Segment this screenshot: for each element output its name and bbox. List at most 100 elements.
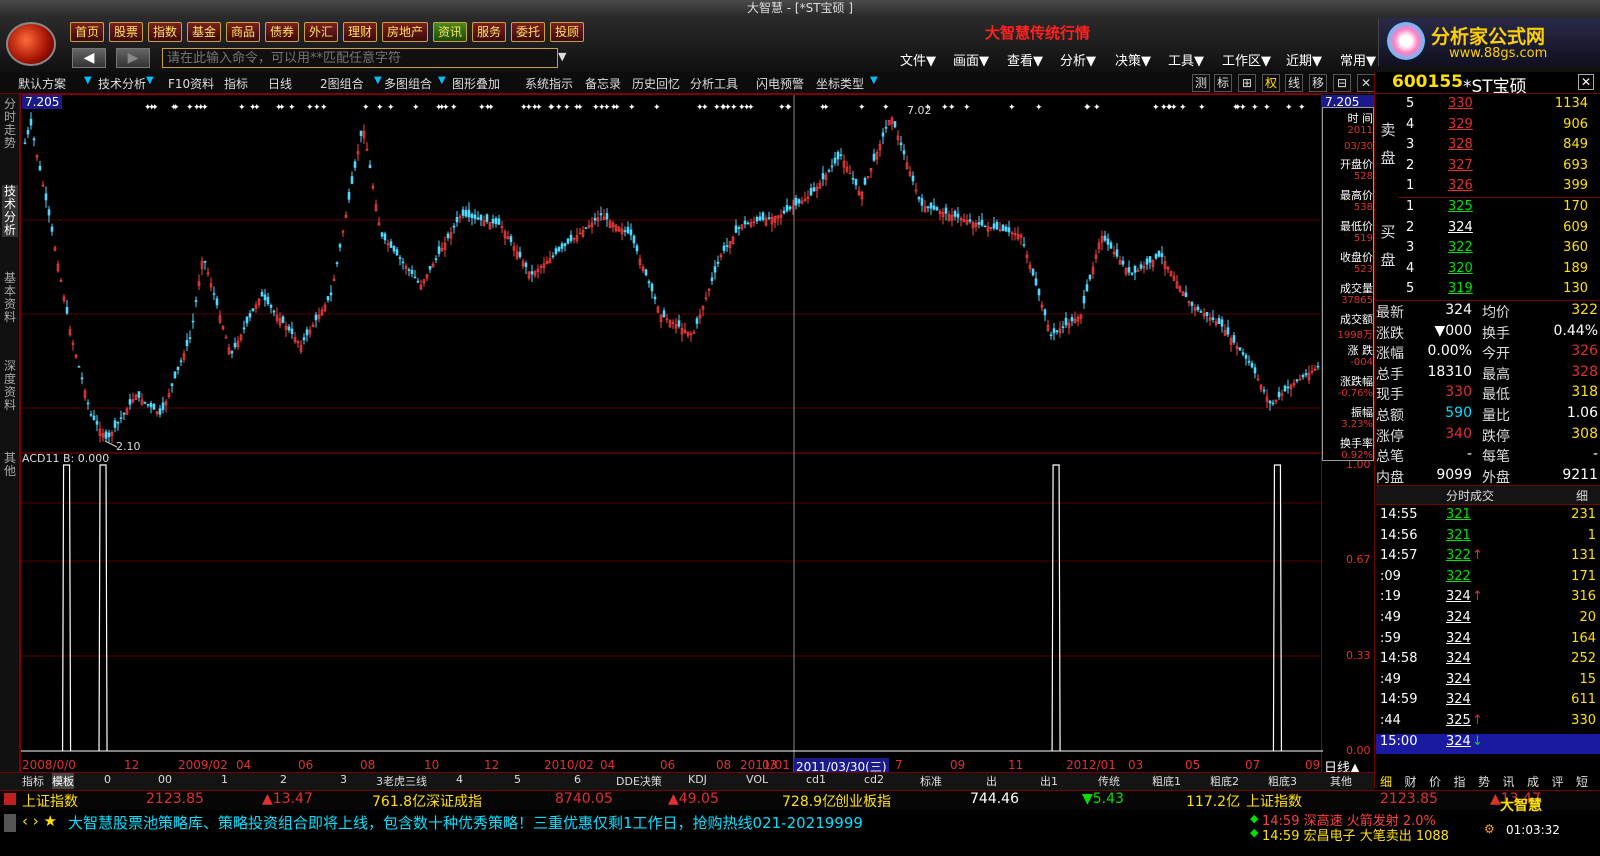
tick-price[interactable]: 324 (1446, 631, 1471, 646)
tick-price[interactable]: 324 (1446, 672, 1471, 687)
toolbar-item-7[interactable]: 图形叠加 (452, 75, 500, 92)
toolbar-right-5[interactable]: 移 (1309, 74, 1327, 92)
tick-price[interactable]: 324 (1446, 734, 1471, 749)
tick-price[interactable]: 324 (1446, 692, 1471, 707)
sell-price[interactable]: 329 (1448, 117, 1473, 132)
indicator-tab-4[interactable]: 1 (221, 773, 228, 786)
menu-3[interactable]: 分析▼ (1060, 50, 1096, 69)
sell-price[interactable]: 327 (1448, 158, 1473, 173)
right-tab-5[interactable]: 讯 (1503, 773, 1515, 790)
nav-3[interactable]: 基金 (187, 22, 221, 42)
indicator-tab-23[interactable]: 其他 (1330, 773, 1352, 789)
menu-4[interactable]: 决策▼ (1115, 50, 1151, 69)
indicator-tab-2[interactable]: 0 (104, 773, 111, 786)
toolbar-dropdown-icon[interactable]: ▼ (146, 75, 154, 86)
nav-8[interactable]: 房地产 (382, 22, 428, 42)
news-scroll-text[interactable]: 大智慧股票池策略库、策略投资组合即将上线，包含数十种优秀策略！三重优惠仅剩1工作… (68, 812, 863, 833)
close-icon[interactable]: ✕ (1578, 74, 1594, 90)
command-input[interactable] (162, 48, 558, 68)
toolbar-item-9[interactable]: 备忘录 (585, 75, 621, 92)
indicator-tab-0[interactable]: 指标 (22, 773, 44, 789)
toolbar-item-12[interactable]: 闪电预警 (756, 75, 804, 92)
indicator-tab-22[interactable]: 粗底3 (1268, 773, 1297, 789)
indicator-tab-15[interactable]: cd2 (864, 773, 884, 786)
indicator-tab-13[interactable]: VOL (746, 773, 768, 786)
nav-1[interactable]: 股票 (109, 22, 143, 42)
right-tab-4[interactable]: 势 (1478, 773, 1490, 790)
indicator-tab-11[interactable]: DDE决策 (616, 773, 662, 789)
nav-10[interactable]: 服务 (472, 22, 506, 42)
buy-price[interactable]: 319 (1448, 281, 1473, 296)
indicator-tab-6[interactable]: 3 (340, 773, 347, 786)
menu-0[interactable]: 文件▼ (900, 50, 936, 69)
toolbar-right-0[interactable]: 测 (1192, 74, 1210, 92)
tick-price[interactable]: 324 (1446, 610, 1471, 625)
back-arrow-icon[interactable]: ◀ (72, 48, 106, 68)
menu-2[interactable]: 查看▼ (1007, 50, 1043, 69)
news-nav-icon[interactable]: ‹ › ★ (22, 812, 57, 830)
tick-price[interactable]: 324 (1446, 651, 1471, 666)
menu-6[interactable]: 工作区▼ (1222, 50, 1271, 69)
toolbar-item-5[interactable]: 2图组合 (320, 75, 364, 92)
nav-7[interactable]: 理财 (343, 22, 377, 42)
toolbar-item-10[interactable]: 历史回忆 (632, 75, 680, 92)
chart-area[interactable]: ✦ ✦ ✦ ✦ ✦ ✦ ✦ ✦ ✦ ✦ ✦ ✦ ✦ ✦ ✦ ✦ ✦ ✦ ✦ ✦ ✦ ✦ ✦ ✦ ✦ ✦ ✦ ✦ ✦ ✦ ✦ ✦ ✦ ✦ ✦ ✦ ✦ ✦ ✦ ✦… (20, 94, 1323, 777)
tick-price[interactable]: 324 (1446, 589, 1471, 604)
indicator-tab-3[interactable]: 00 (158, 773, 172, 786)
tick-price[interactable]: 321 (1446, 507, 1471, 522)
menu-1[interactable]: 画面▼ (953, 50, 989, 69)
nav-11[interactable]: 委托 (511, 22, 545, 42)
tick-price[interactable]: 322 (1446, 569, 1471, 584)
right-tab-0[interactable]: 细 (1380, 773, 1392, 790)
right-tab-2[interactable]: 价 (1429, 773, 1441, 790)
indicator-tab-19[interactable]: 传统 (1098, 773, 1120, 789)
left-tab-4[interactable]: 其他 (2, 452, 18, 478)
indicator-tab-1[interactable]: 模板 (52, 773, 74, 789)
toolbar-item-11[interactable]: 分析工具 (690, 75, 738, 92)
buy-price[interactable]: 322 (1448, 240, 1473, 255)
nav-4[interactable]: 商品 (226, 22, 260, 42)
toolbar-item-13[interactable]: 坐标类型 (816, 75, 864, 92)
right-tab-6[interactable]: 成 (1527, 773, 1539, 790)
nav-12[interactable]: 投顾 (550, 22, 584, 42)
alert-item[interactable]: 14:59 宏昌电子 大笔卖出 1088 (1262, 825, 1449, 844)
command-dropdown-icon[interactable]: ▼ (558, 50, 566, 63)
indicator-tab-9[interactable]: 5 (514, 773, 521, 786)
nav-2[interactable]: 指数 (148, 22, 182, 42)
indicator-tab-12[interactable]: KDJ (688, 773, 707, 786)
toolbar-right-1[interactable]: 标 (1214, 74, 1232, 92)
indicator-tab-21[interactable]: 粗底2 (1210, 773, 1239, 789)
toolbar-dropdown-icon[interactable]: ▼ (84, 75, 92, 86)
toolbar-item-2[interactable]: F10资料 (168, 75, 214, 92)
right-tab-8[interactable]: 短 (1576, 773, 1588, 790)
left-tab-1[interactable]: 技术分析 (2, 185, 18, 237)
toolbar-item-8[interactable]: 系统指示 (525, 75, 573, 92)
app-logo-icon[interactable] (6, 22, 56, 66)
tick-price[interactable]: 321 (1446, 528, 1471, 543)
sell-price[interactable]: 328 (1448, 137, 1473, 152)
buy-price[interactable]: 324 (1448, 220, 1473, 235)
ticks-tab[interactable]: 细 (1576, 487, 1588, 504)
menu-8[interactable]: 常用▼ (1340, 50, 1376, 69)
indicator-tab-18[interactable]: 出1 (1040, 773, 1058, 789)
right-tab-3[interactable]: 指 (1454, 773, 1466, 790)
toolbar-dropdown-icon[interactable]: ▼ (438, 75, 446, 86)
left-tab-2[interactable]: 基本资料 (2, 272, 18, 324)
indicator-tab-16[interactable]: 标准 (920, 773, 942, 789)
toolbar-item-3[interactable]: 指标 (224, 75, 248, 92)
toolbar-item-0[interactable]: 默认方案 (18, 75, 66, 92)
indicator-tab-5[interactable]: 2 (280, 773, 287, 786)
toolbar-item-1[interactable]: 技术分析 (98, 75, 146, 92)
toolbar-right-7[interactable]: ✕ (1357, 74, 1375, 92)
left-tab-3[interactable]: 深度资料 (2, 360, 18, 412)
toolbar-item-6[interactable]: 多图组合 (384, 75, 432, 92)
settings-icon[interactable]: ⚙ (1484, 822, 1495, 836)
indicator-tab-20[interactable]: 粗底1 (1152, 773, 1181, 789)
indicator-tab-8[interactable]: 4 (456, 773, 463, 786)
buy-price[interactable]: 320 (1448, 261, 1473, 276)
tick-price[interactable]: 322 (1446, 548, 1471, 563)
toolbar-item-4[interactable]: 日线 (268, 75, 292, 92)
tick-price[interactable]: 325 (1446, 713, 1471, 728)
sell-price[interactable]: 330 (1448, 96, 1473, 111)
menu-5[interactable]: 工具▼ (1168, 50, 1204, 69)
